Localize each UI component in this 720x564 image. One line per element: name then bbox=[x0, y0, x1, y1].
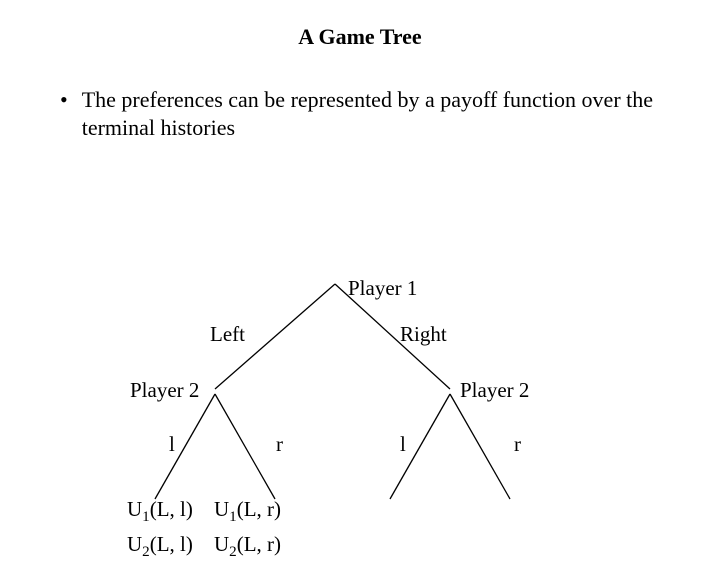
game-tree-diagram: Player 1 Left Right Player 2 Player 2 l … bbox=[0, 254, 720, 554]
bullet-text: The preferences can be represented by a … bbox=[82, 86, 670, 141]
payoff-u1-Ll: U1(L, l) bbox=[127, 497, 193, 522]
root-label: Player 1 bbox=[348, 276, 417, 301]
slide-title: A Game Tree bbox=[0, 24, 720, 50]
bullet-row: • The preferences can be represented by … bbox=[60, 86, 670, 141]
left-l-action: l bbox=[169, 432, 175, 457]
right-branch-label: Right bbox=[400, 322, 447, 347]
bullet-area: • The preferences can be represented by … bbox=[60, 86, 670, 141]
right-l-action: l bbox=[400, 432, 406, 457]
bullet-dot: • bbox=[60, 86, 68, 141]
right-r-action: r bbox=[514, 432, 521, 457]
payoff-u2-Lr: U2(L, r) bbox=[214, 532, 281, 557]
left-r-action: r bbox=[276, 432, 283, 457]
right-player-label: Player 2 bbox=[460, 378, 529, 403]
payoff-u1-Lr: U1(L, r) bbox=[214, 497, 281, 522]
payoff-u2-Ll: U2(L, l) bbox=[127, 532, 193, 557]
left-player-label: Player 2 bbox=[130, 378, 199, 403]
left-branch-label: Left bbox=[210, 322, 245, 347]
